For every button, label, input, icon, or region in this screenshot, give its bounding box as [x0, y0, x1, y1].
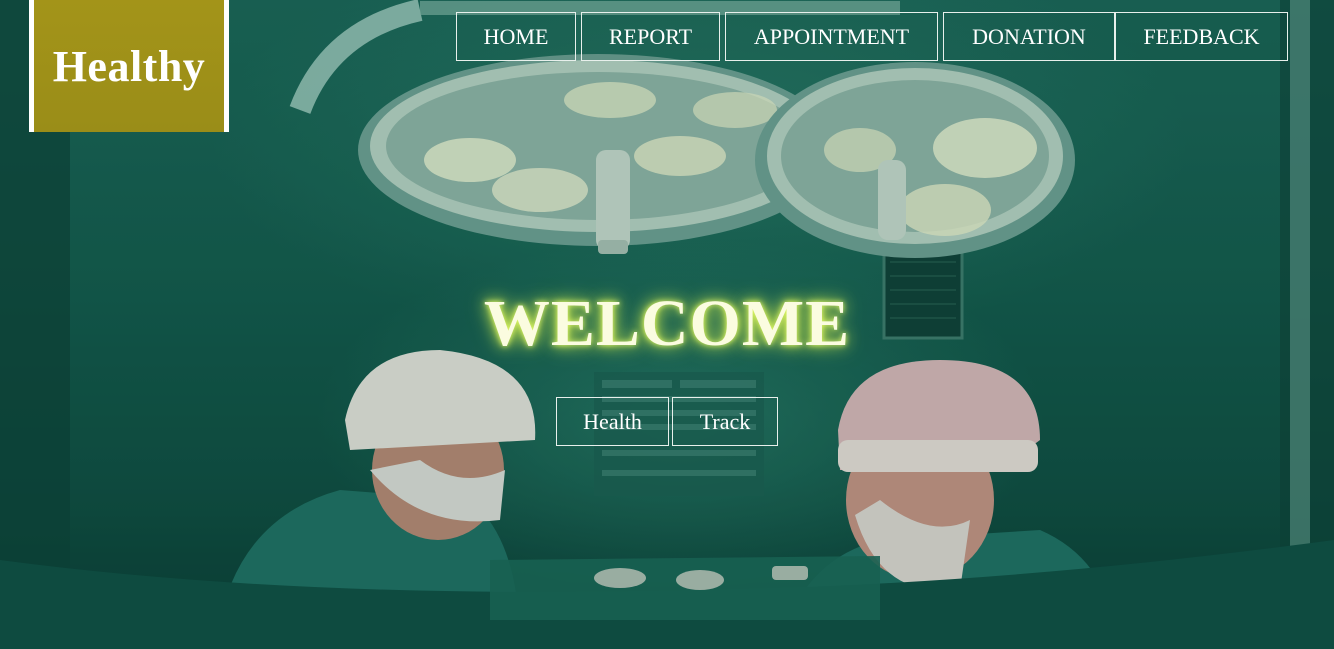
- hero-buttons: Health Track: [556, 397, 778, 446]
- nav-donation[interactable]: DONATION: [943, 12, 1115, 61]
- nav-appointment[interactable]: APPOINTMENT: [725, 12, 938, 61]
- brand-name: Healthy: [52, 41, 206, 91]
- health-button[interactable]: Health: [556, 397, 669, 446]
- hero-section: Healthy HOME REPORT APPOINTMENT DONATION…: [0, 0, 1334, 649]
- nav-report[interactable]: REPORT: [581, 12, 720, 61]
- brand-logo[interactable]: Healthy: [29, 0, 229, 132]
- welcome-heading: WELCOME: [483, 287, 851, 360]
- nav-home[interactable]: HOME: [456, 12, 576, 61]
- nav-feedback[interactable]: FEEDBACK: [1115, 12, 1288, 61]
- main-nav: HOME REPORT APPOINTMENT DONATION FEEDBAC…: [456, 12, 1288, 61]
- track-button[interactable]: Track: [672, 397, 778, 446]
